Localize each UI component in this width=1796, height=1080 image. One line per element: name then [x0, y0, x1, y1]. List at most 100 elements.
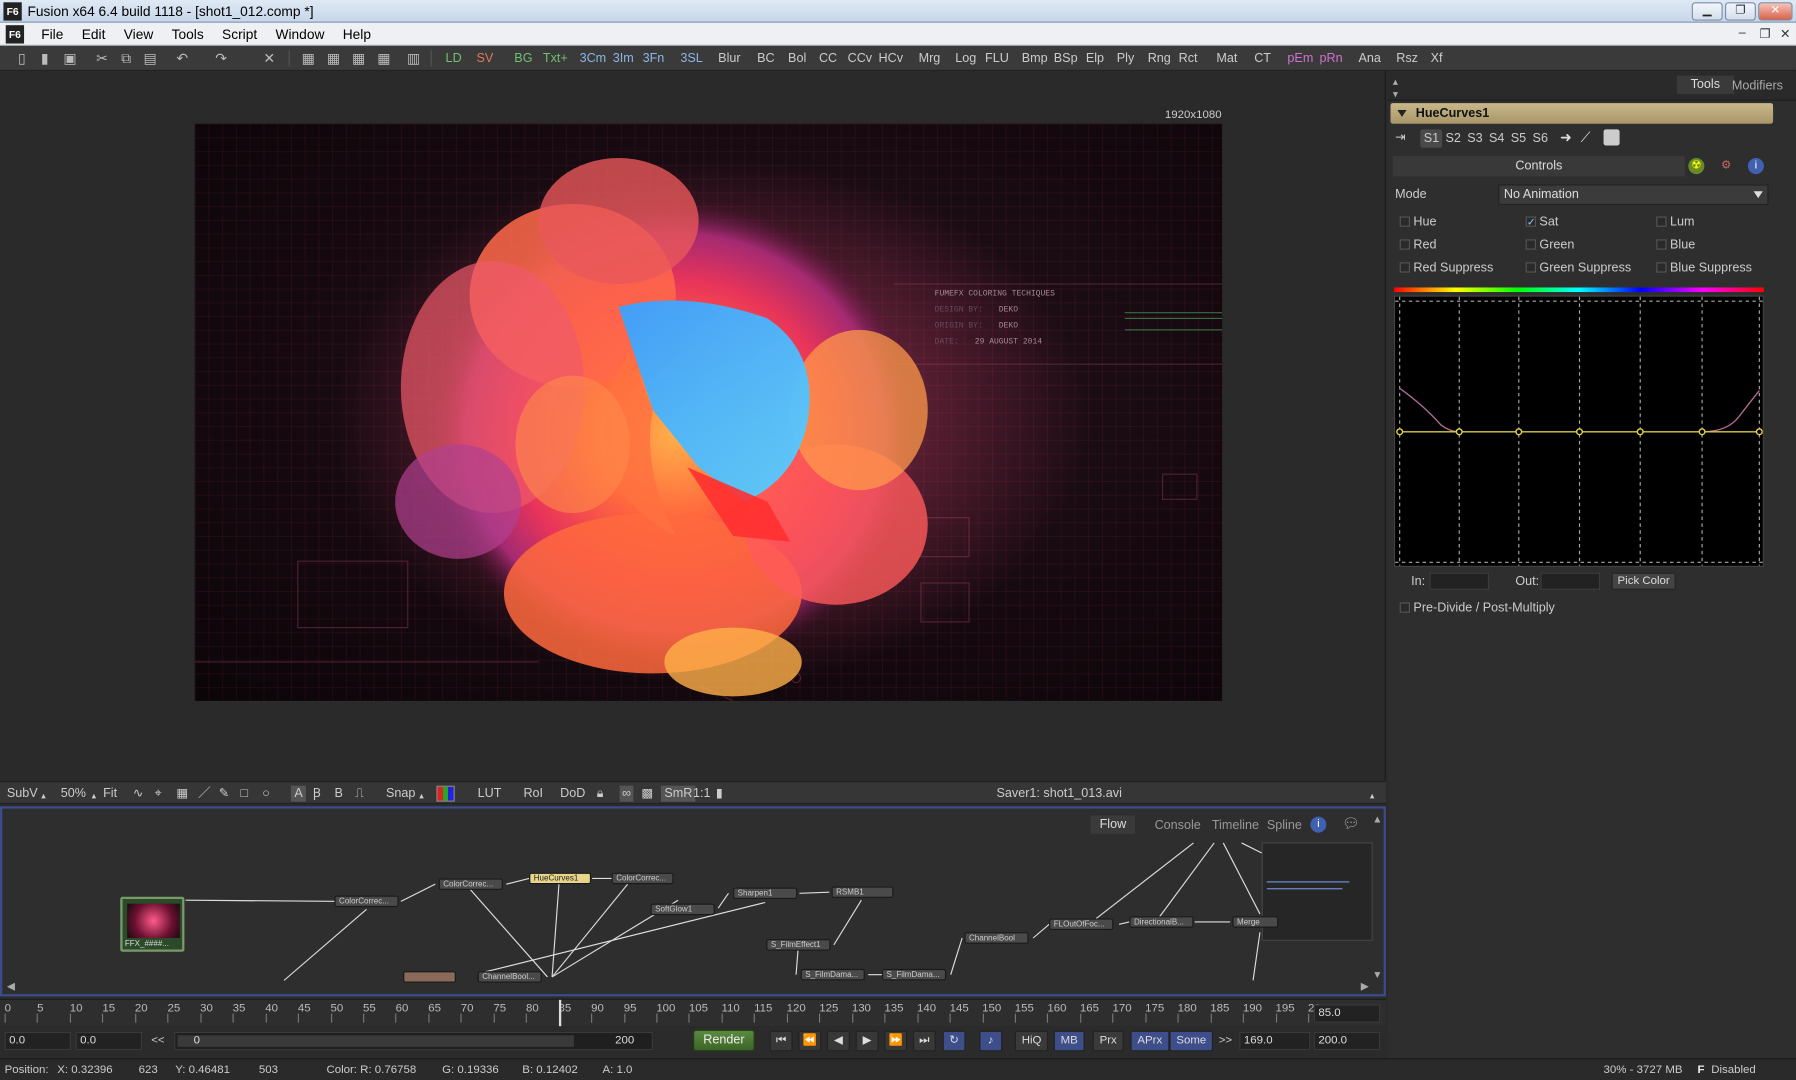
- red-suppress-checkbox[interactable]: Red Suppress: [1399, 261, 1493, 275]
- paint-icon[interactable]: ／: [198, 786, 211, 802]
- tool-button-ct[interactable]: CT: [1254, 49, 1271, 67]
- redo-icon[interactable]: ↷: [213, 50, 229, 66]
- menu-edit[interactable]: Edit: [73, 23, 115, 46]
- snap-arrow-icon[interactable]: ▴: [419, 788, 424, 804]
- menu-window[interactable]: Window: [266, 23, 333, 46]
- lock-icon[interactable]: 🔒︎: [597, 786, 604, 802]
- cut-icon[interactable]: ✂: [94, 50, 110, 66]
- slot-s6[interactable]: S6: [1529, 129, 1551, 147]
- red-checkbox[interactable]: Red: [1399, 238, 1437, 252]
- info-icon[interactable]: i: [1747, 158, 1764, 175]
- green-suppress-checkbox[interactable]: Green Suppress: [1525, 261, 1631, 275]
- blue-checkbox[interactable]: Blue: [1656, 238, 1695, 252]
- radioactive-icon[interactable]: ☢: [1688, 158, 1705, 175]
- flow-node[interactable]: RSMB1: [831, 886, 894, 898]
- tool-button-3im[interactable]: 3Im: [613, 49, 634, 67]
- text-style-icon[interactable]: Ꞵ: [313, 786, 321, 802]
- tool-button-hcv[interactable]: HCv: [879, 49, 904, 67]
- flow-node[interactable]: Sharpen1: [733, 887, 798, 900]
- undo-icon[interactable]: ↶: [174, 50, 190, 66]
- menu-tools[interactable]: Tools: [162, 23, 212, 46]
- text-icon[interactable]: A: [290, 785, 307, 802]
- tool-button-pem[interactable]: pEm: [1287, 49, 1313, 67]
- layout-2-icon[interactable]: ▦: [325, 50, 341, 66]
- app-icon[interactable]: F6: [3, 2, 22, 21]
- range-forward-button[interactable]: >>: [1219, 1034, 1232, 1047]
- play-icon[interactable]: ▶: [855, 1030, 879, 1052]
- app-menu-icon[interactable]: F6: [5, 25, 25, 44]
- flow-node[interactable]: S_FilmEffect1: [766, 939, 831, 951]
- layout-3-icon[interactable]: ▦: [350, 50, 366, 66]
- flow-scroll-left-icon[interactable]: ◀: [7, 980, 15, 993]
- tool-button-sv[interactable]: SV: [476, 49, 493, 67]
- tool-button-mrg[interactable]: Mrg: [919, 49, 941, 67]
- flow-node-selected[interactable]: HueCurves1: [529, 872, 592, 885]
- render-end-field[interactable]: 169.0: [1239, 1031, 1311, 1051]
- channel-icon[interactable]: [436, 785, 455, 802]
- lum-checkbox[interactable]: Lum: [1656, 215, 1695, 229]
- tool-header[interactable]: HueCurves1: [1390, 103, 1774, 124]
- tool-button-flu[interactable]: FLU: [985, 49, 1009, 67]
- mdi-close-icon[interactable]: ✕: [1780, 26, 1791, 41]
- new-file-icon[interactable]: ▯: [14, 50, 30, 66]
- flow-node[interactable]: S_FilmDama...: [881, 968, 947, 981]
- flow-node[interactable]: ColorCorrec...: [611, 872, 674, 885]
- aprx-button[interactable]: APrx: [1130, 1030, 1170, 1052]
- slot-s1[interactable]: S1: [1420, 129, 1443, 148]
- flow-scroll-right-icon[interactable]: ▶: [1361, 980, 1369, 993]
- copy-icon[interactable]: ⧉: [118, 50, 134, 66]
- mb-button[interactable]: MB: [1053, 1030, 1085, 1052]
- out-field[interactable]: [1540, 572, 1601, 590]
- tab-modifiers[interactable]: Modifiers: [1732, 79, 1783, 93]
- flow-node[interactable]: SoftGlow1: [650, 903, 715, 916]
- spline-icon[interactable]: ∿: [133, 786, 144, 802]
- hiq-button[interactable]: HiQ: [1014, 1030, 1049, 1052]
- controls-tab[interactable]: Controls: [1392, 155, 1685, 177]
- prx-button[interactable]: Prx: [1092, 1030, 1124, 1052]
- minimize-icon[interactable]: ▁: [1691, 2, 1723, 21]
- green-checkbox[interactable]: Green: [1525, 238, 1574, 252]
- roi-dropdown[interactable]: RoI: [523, 786, 543, 802]
- flow-scroll-down-icon[interactable]: ▼: [1372, 969, 1382, 980]
- checkerboard-icon[interactable]: ▩: [641, 786, 653, 802]
- tool-button-rct[interactable]: Rct: [1179, 49, 1198, 67]
- layout-4-icon[interactable]: ▦: [376, 50, 392, 66]
- playhead[interactable]: [558, 999, 561, 1028]
- global-end-field[interactable]: 200.0: [1313, 1031, 1381, 1051]
- go-to-start-icon[interactable]: ⏮: [769, 1030, 793, 1052]
- save-settings-icon[interactable]: [1603, 129, 1620, 146]
- close-icon[interactable]: ✕: [1758, 2, 1793, 21]
- polyline-icon[interactable]: ⌖: [155, 786, 162, 802]
- menu-view[interactable]: View: [115, 23, 163, 46]
- flow-node[interactable]: ColorCorrec...: [438, 878, 503, 890]
- tool-button-cc[interactable]: CC: [819, 49, 837, 67]
- smr-button[interactable]: SmR: [660, 785, 696, 802]
- tool-button-bol[interactable]: Bol: [788, 49, 806, 67]
- panel-expand-icon[interactable]: ▴ ▾: [1393, 76, 1398, 101]
- slot-s5[interactable]: S5: [1507, 129, 1529, 147]
- fit-button[interactable]: Fit: [103, 786, 117, 802]
- tool-button-ccv[interactable]: CCv: [848, 49, 873, 67]
- flow-node[interactable]: FLOutOfFoc...: [1049, 918, 1114, 930]
- curve-editor[interactable]: [1393, 295, 1764, 567]
- slot-s2[interactable]: S2: [1442, 129, 1464, 147]
- tool-button-bc[interactable]: BC: [757, 49, 775, 67]
- tool-button-bsp[interactable]: BSp: [1054, 49, 1078, 67]
- step-back-icon[interactable]: ⏪: [798, 1030, 822, 1052]
- tool-button-ana[interactable]: Ana: [1358, 49, 1380, 67]
- viewer-image[interactable]: FUMEFX COLORING TECHIQUES DESIGN BY: DEKO…: [194, 123, 1223, 701]
- current-frame-field[interactable]: 85.0: [1313, 1004, 1381, 1023]
- mdi-minimize-icon[interactable]: –: [1739, 26, 1746, 40]
- hue-checkbox[interactable]: Hue: [1399, 215, 1437, 229]
- tool-button-bg[interactable]: BG: [514, 49, 532, 67]
- go-to-end-icon[interactable]: ⏭: [912, 1030, 936, 1052]
- slot-s3[interactable]: S3: [1464, 129, 1486, 147]
- tool-button-elp[interactable]: Elp: [1086, 49, 1104, 67]
- menu-script[interactable]: Script: [213, 23, 266, 46]
- timeline-ruler[interactable]: 0 5 10 15 20 25 30 35 40 45 50 55 60 65 70 75 80 85 90 95 10…: [0, 998, 1386, 1028]
- sat-checkbox[interactable]: ✓ Sat: [1525, 215, 1558, 229]
- delete-icon[interactable]: ✕: [261, 50, 277, 66]
- flow-node[interactable]: ColorCorrec...: [334, 895, 399, 908]
- zoom-dropdown[interactable]: 50%: [61, 786, 86, 802]
- snap-dropdown[interactable]: Snap: [386, 786, 415, 802]
